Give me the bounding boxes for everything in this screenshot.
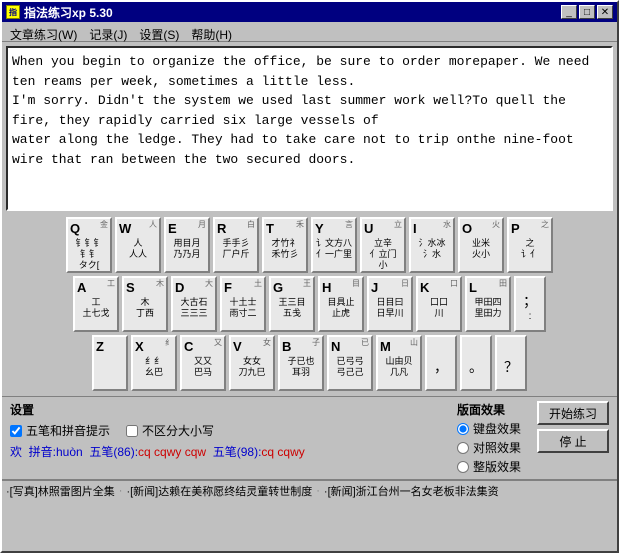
checkbox1-group: 五笔和拼音提示 bbox=[10, 422, 110, 439]
key-j[interactable]: J日 日目曰日早川 bbox=[367, 276, 413, 332]
checkbox2-group: 不区分大小写 bbox=[126, 422, 214, 439]
key-c[interactable]: C又 又又巴马 bbox=[180, 335, 226, 391]
window-title: 指法练习xp 5.30 bbox=[24, 4, 113, 21]
menu-help[interactable]: 帮助(H) bbox=[185, 24, 238, 41]
key-t[interactable]: T禾 才竹礻禾竹彡 bbox=[262, 217, 308, 273]
key-x[interactable]: X纟 纟纟幺巴 bbox=[131, 335, 177, 391]
key-h[interactable]: H目 目具止止虎 bbox=[318, 276, 364, 332]
radio-full-label: 整版效果 bbox=[473, 458, 521, 475]
status-item-3: ·[新闻]浙江台州一名女老板非法集资 bbox=[324, 483, 499, 499]
key-u[interactable]: U立 立辛亻立门小 bbox=[360, 217, 406, 273]
key-comma[interactable]: ， bbox=[425, 335, 457, 391]
key-w[interactable]: W人 人人人 bbox=[115, 217, 161, 273]
radio-full: 整版效果 bbox=[457, 458, 521, 475]
buttons-area: 开始练习 停 止 bbox=[537, 401, 609, 453]
key-semicolon[interactable]: ； : bbox=[514, 276, 546, 332]
radio-keyboard-label: 键盘效果 bbox=[473, 420, 521, 437]
key-n[interactable]: N已 已弓弓弓己己 bbox=[327, 335, 373, 391]
key-o[interactable]: O火 业米火小 bbox=[458, 217, 504, 273]
checkbox-row: 五笔和拼音提示 不区分大小写 bbox=[10, 422, 441, 439]
checkbox2-label: 不区分大小写 bbox=[142, 422, 214, 439]
key-p[interactable]: P之 之讠亻 bbox=[507, 217, 553, 273]
keyboard-row-1: Q金 钅钅钅钅钅タク[ W人 人人人 E月 用目月乃乃月 R白 手手彡厂户斤 T… bbox=[6, 217, 613, 273]
checkbox-case[interactable] bbox=[126, 425, 138, 437]
app-icon: 指 bbox=[6, 5, 20, 19]
key-b[interactable]: B子 子已也耳羽 bbox=[278, 335, 324, 391]
checkbox-wubi[interactable] bbox=[10, 425, 22, 437]
title-controls: _ □ ✕ bbox=[561, 5, 613, 19]
menu-bar: 文章练习(W) 记录(J) 设置(S) 帮助(H) bbox=[2, 22, 617, 42]
radio-effects-area: 版面效果 键盘效果 对照效果 整版效果 bbox=[457, 401, 521, 475]
keyboard-row-3: Z X纟 纟纟幺巴 C又 又又巴马 V女 女女刀九巳 B子 子已也耳羽 N已 已… bbox=[6, 335, 613, 391]
checkbox1-label: 五笔和拼音提示 bbox=[26, 422, 110, 439]
key-s[interactable]: S木 木丁西 bbox=[122, 276, 168, 332]
key-g[interactable]: G王 王三目五戋 bbox=[269, 276, 315, 332]
settings-label: 设置 bbox=[10, 401, 34, 418]
settings-section: 设置 五笔和拼音提示 不区分大小写 欢 拼音:huòn 五笔(86):cq cq… bbox=[2, 396, 617, 479]
radio-full-input[interactable] bbox=[457, 461, 469, 473]
radio-contrast-input[interactable] bbox=[457, 442, 469, 454]
status-bar: ·[写真]林照雷图片全集 · ·[新闻]达赖在美称愿终结灵童转世制度 · ·[新… bbox=[2, 479, 617, 501]
status-divider-1: · bbox=[119, 485, 123, 497]
radio-contrast: 对照效果 bbox=[457, 439, 521, 456]
input-text: 欢 拼音:huòn 五笔(86):cq cqwy cqw 五笔(98):cq c… bbox=[10, 445, 305, 459]
key-q[interactable]: Q金 钅钅钅钅钅タク[ bbox=[66, 217, 112, 273]
key-v[interactable]: V女 女女刀九巳 bbox=[229, 335, 275, 391]
key-question[interactable]: ？ bbox=[495, 335, 527, 391]
menu-record[interactable]: 记录(J) bbox=[83, 24, 133, 41]
start-button[interactable]: 开始练习 bbox=[537, 401, 609, 425]
status-divider-2: · bbox=[316, 485, 320, 497]
minimize-button[interactable]: _ bbox=[561, 5, 577, 19]
key-r[interactable]: R白 手手彡厂户斤 bbox=[213, 217, 259, 273]
stop-button[interactable]: 停 止 bbox=[537, 429, 609, 453]
key-y[interactable]: Y言 讠文方八亻一广里 bbox=[311, 217, 357, 273]
key-k[interactable]: K口 口口川 bbox=[416, 276, 462, 332]
main-window: 指 指法练习xp 5.30 _ □ ✕ 文章练习(W) 记录(J) 设置(S) … bbox=[0, 0, 619, 553]
close-button[interactable]: ✕ bbox=[597, 5, 613, 19]
key-l[interactable]: L田 甲田四里田力 bbox=[465, 276, 511, 332]
effects-label: 版面效果 bbox=[457, 401, 521, 418]
key-i[interactable]: I水 氵水冰氵水 bbox=[409, 217, 455, 273]
radio-keyboard: 键盘效果 bbox=[457, 420, 521, 437]
bottom-panel: 设置 五笔和拼音提示 不区分大小写 欢 拼音:huòn 五笔(86):cq cq… bbox=[10, 401, 609, 475]
title-bar: 指 指法练习xp 5.30 _ □ ✕ bbox=[2, 2, 617, 22]
input-line: 欢 拼音:huòn 五笔(86):cq cqwy cqw 五笔(98):cq c… bbox=[10, 443, 441, 460]
status-item-1: ·[写真]林照雷图片全集 bbox=[6, 483, 115, 499]
status-item-2: ·[新闻]达赖在美称愿终结灵童转世制度 bbox=[126, 483, 312, 499]
maximize-button[interactable]: □ bbox=[579, 5, 595, 19]
checkboxes-area: 设置 五笔和拼音提示 不区分大小写 欢 拼音:huòn 五笔(86):cq cq… bbox=[10, 401, 441, 460]
key-z[interactable]: Z bbox=[92, 335, 128, 391]
practice-text: When you begin to organize the office, b… bbox=[12, 52, 607, 169]
key-e[interactable]: E月 用目月乃乃月 bbox=[164, 217, 210, 273]
radio-contrast-label: 对照效果 bbox=[473, 439, 521, 456]
title-bar-left: 指 指法练习xp 5.30 bbox=[6, 4, 113, 21]
key-f[interactable]: F土 十土士雨寸二 bbox=[220, 276, 266, 332]
key-d[interactable]: D大 大古石三三三 bbox=[171, 276, 217, 332]
settings-label-row: 设置 bbox=[10, 401, 441, 418]
menu-article[interactable]: 文章练习(W) bbox=[4, 24, 83, 41]
key-a[interactable]: A工 工土七戈 bbox=[73, 276, 119, 332]
keyboard-section: Q金 钅钅钅钅钅タク[ W人 人人人 E月 用目月乃乃月 R白 手手彡厂户斤 T… bbox=[2, 215, 617, 396]
text-display-area: When you begin to organize the office, b… bbox=[6, 46, 613, 211]
keyboard-row-2: A工 工土七戈 S木 木丁西 D大 大古石三三三 F土 十土士雨寸二 G王 王三… bbox=[6, 276, 613, 332]
key-m[interactable]: M山 山由贝几凡 bbox=[376, 335, 422, 391]
menu-settings[interactable]: 设置(S) bbox=[133, 24, 185, 41]
radio-keyboard-input[interactable] bbox=[457, 423, 469, 435]
key-period[interactable]: 。 bbox=[460, 335, 492, 391]
